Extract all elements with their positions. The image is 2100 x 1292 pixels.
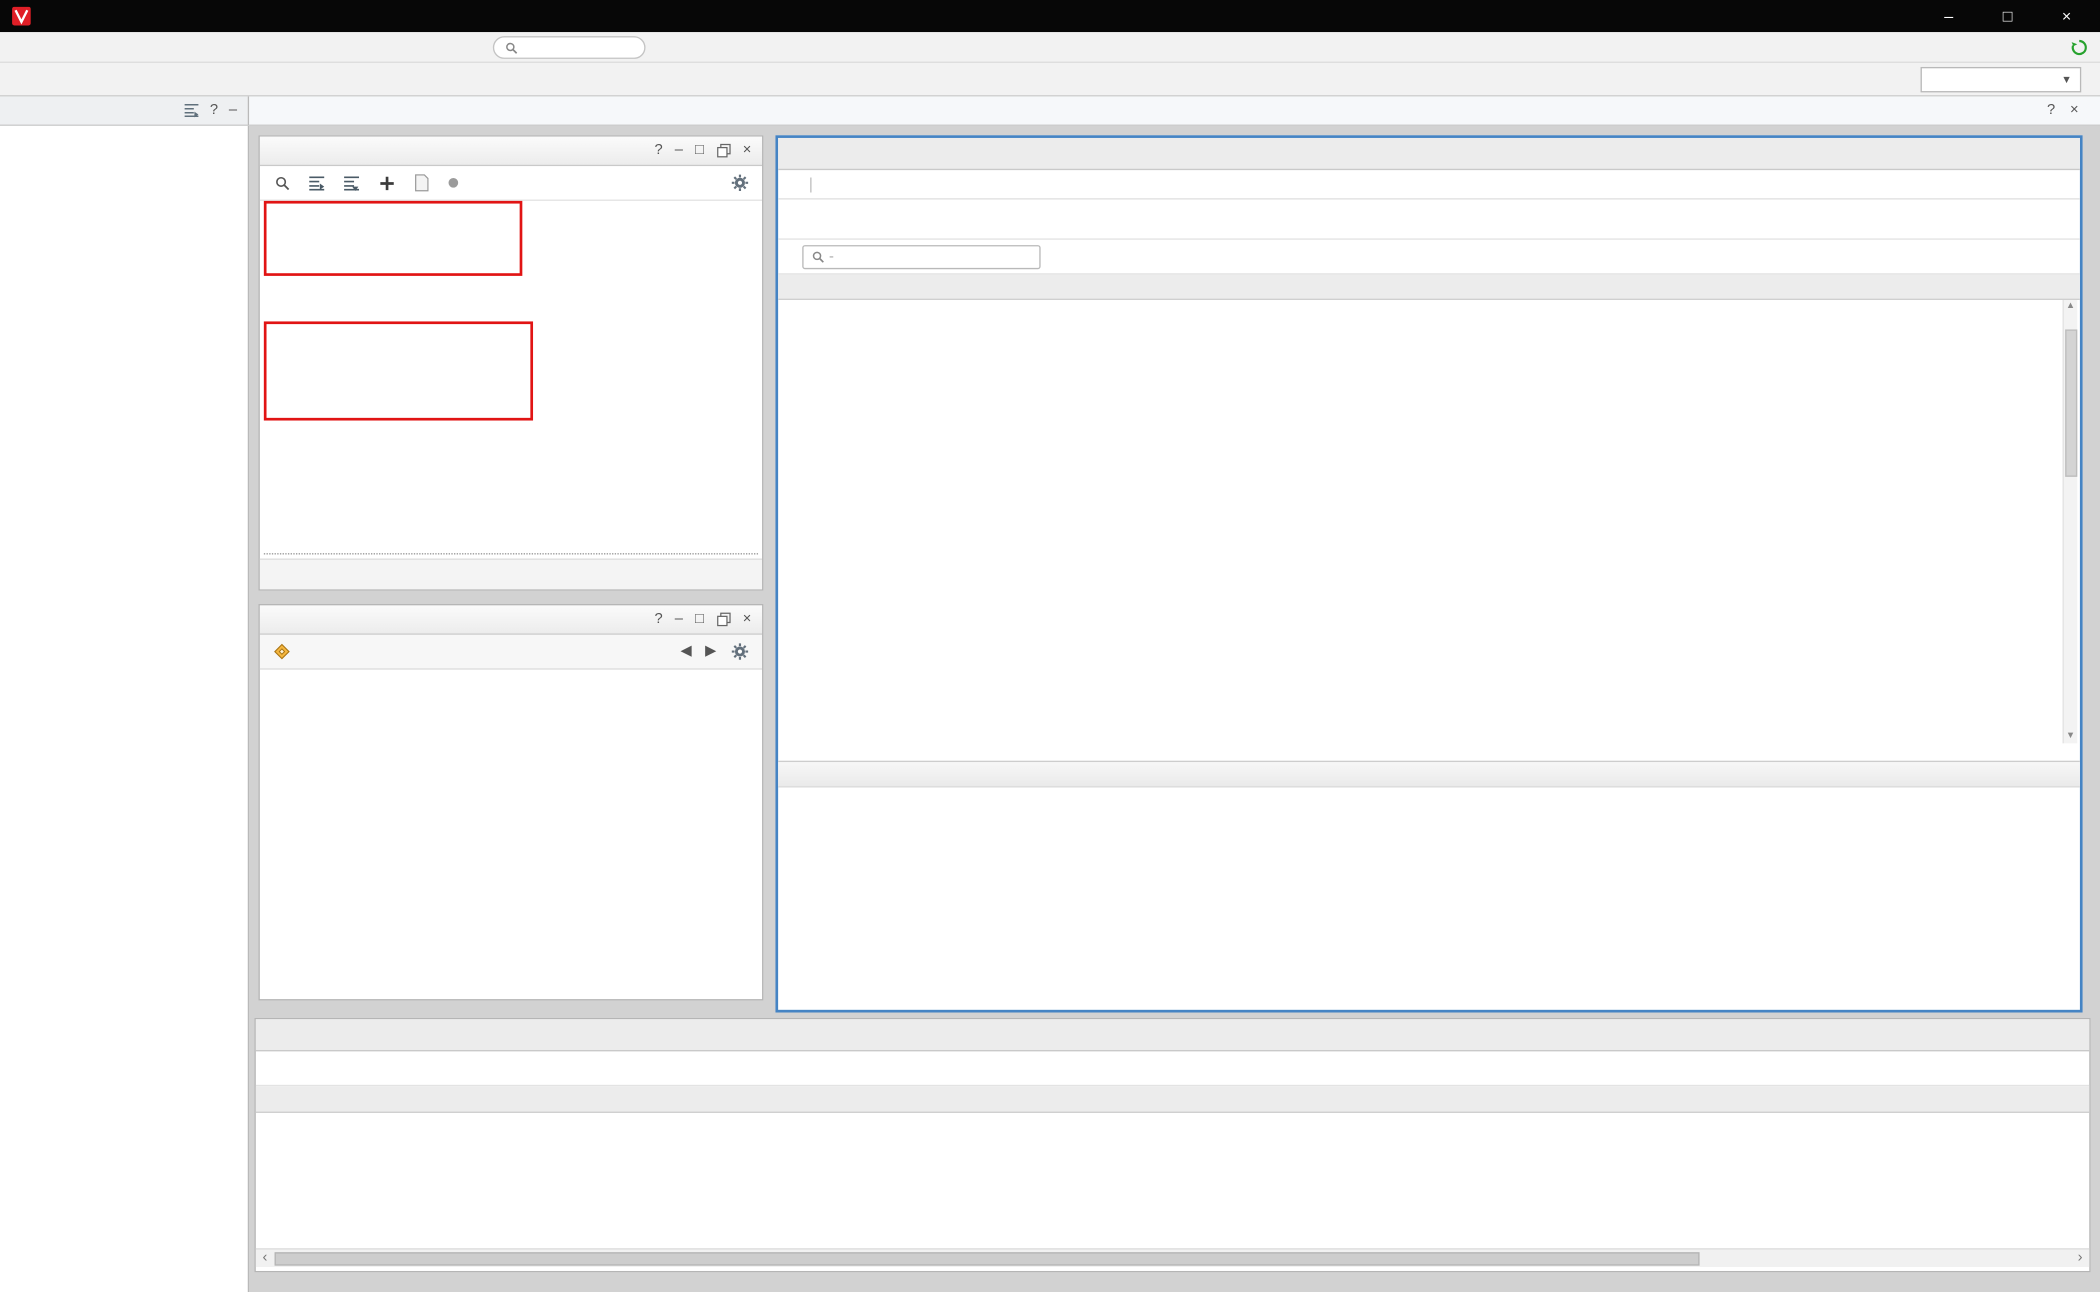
help-icon[interactable]: ? (2047, 103, 2055, 118)
sources-tree (260, 201, 762, 552)
sources-toolbar (260, 166, 762, 201)
minimize-button[interactable]: – (1939, 7, 1958, 26)
settings-gear-icon[interactable] (730, 642, 750, 662)
progress-spinner-icon (2069, 37, 2089, 57)
banner-icons: ? × (2047, 103, 2087, 118)
ip-properties-icons: ? – □ × (654, 612, 751, 627)
close-button[interactable]: × (2057, 7, 2076, 26)
menubar (0, 32, 2100, 63)
window-controls: – □ × (1939, 7, 2089, 26)
details-fields (778, 788, 2080, 1010)
catalog-tabbar (778, 138, 2080, 170)
scroll-up-icon[interactable]: ▲ (2066, 300, 2075, 313)
splitter-handle[interactable] (264, 553, 758, 554)
catalog-table-header (778, 275, 2080, 300)
collapse-all-icon[interactable] (307, 173, 327, 193)
flow-navigator-header: ? – (0, 96, 249, 125)
catalog-search-input[interactable]: - (802, 244, 1040, 268)
subheader: ? – ? × (0, 96, 2100, 125)
close-panel-icon[interactable]: × (743, 143, 752, 158)
message-badge[interactable] (446, 173, 465, 193)
search-icon (810, 249, 825, 264)
sources-bottom-tabs (260, 558, 762, 589)
scroll-right-icon[interactable]: › (2074, 1251, 2087, 1266)
vertical-scrollbar[interactable]: ▲ ▼ (2063, 300, 2078, 743)
main-toolbar: ▼ (0, 63, 2100, 96)
maximize-panel-icon[interactable]: □ (695, 612, 704, 627)
catalog-subtabs: | (778, 170, 2080, 199)
main-body: ? – □ × (0, 126, 2100, 1292)
vivado-logo-icon (11, 6, 31, 26)
subtab-separator: | (809, 176, 813, 192)
details-header (778, 761, 2080, 788)
collapse-all-icon[interactable] (183, 100, 199, 120)
ip-properties-fields (260, 670, 762, 685)
menubar-status (2042, 37, 2100, 57)
float-panel-icon[interactable] (716, 612, 731, 627)
scroll-left-icon[interactable]: ‹ (258, 1251, 271, 1266)
runs-toolbar (256, 1051, 2089, 1086)
project-manager-banner: ? × (249, 96, 2100, 125)
runs-tabbar (256, 1019, 2089, 1051)
scrollbar-thumb[interactable] (274, 1252, 1700, 1265)
settings-gear-icon[interactable] (730, 173, 750, 193)
flow-navigator-header-icons: ? – (183, 100, 237, 120)
help-icon[interactable]: ? (654, 143, 662, 158)
catalog-toolbar (778, 200, 2080, 240)
ip-properties-panel: ? – □ × ◀ ▶ (258, 604, 763, 1000)
help-icon[interactable]: ? (210, 103, 218, 118)
minimize-panel-icon[interactable]: – (675, 612, 683, 627)
previous-object-icon[interactable]: ◀ (680, 644, 691, 659)
titlebar: – □ × (0, 0, 2100, 32)
catalog-search-row: - (778, 240, 2080, 275)
next-object-icon[interactable]: ▶ (705, 644, 716, 659)
scrollbar-thumb[interactable] (2065, 329, 2077, 476)
close-panel-icon[interactable]: × (743, 612, 752, 627)
maximize-panel-icon[interactable]: □ (695, 143, 704, 158)
ip-catalog-panel: | - ▲ ▼ (775, 135, 2082, 1012)
vivado-window: – □ × ▼ ? – (0, 0, 2100, 1292)
sources-panel-header: ? – □ × (260, 137, 762, 166)
annotation-rect-simulation-sources (264, 321, 533, 420)
flow-navigator (0, 126, 249, 1292)
ip-core-icon (272, 642, 292, 662)
scroll-down-icon[interactable]: ▼ (2066, 730, 2075, 743)
ip-properties-header: ? – □ × (260, 605, 762, 634)
chevron-down-icon: ▼ (2061, 74, 2072, 85)
float-panel-icon[interactable] (716, 143, 731, 158)
minimize-panel-icon[interactable]: – (229, 103, 237, 118)
search-icon[interactable] (272, 173, 292, 193)
sources-panel-icons: ? – □ × (654, 143, 751, 158)
horizontal-scrollbar[interactable]: ‹ › (256, 1248, 2089, 1267)
search-icon (504, 40, 519, 55)
expand-all-icon[interactable] (342, 173, 362, 193)
ip-properties-subheader: ◀ ▶ (260, 635, 762, 670)
minimize-panel-icon[interactable]: – (675, 143, 683, 158)
annotation-rect-design-sources (264, 201, 522, 276)
runs-table-header (256, 1086, 2089, 1113)
layout-selector[interactable]: ▼ (1921, 67, 2082, 92)
close-banner-icon[interactable]: × (2070, 103, 2079, 118)
design-runs-panel: ‹ › (254, 1018, 2090, 1272)
badge-dot-icon (446, 173, 459, 193)
quick-access-search[interactable] (493, 36, 646, 59)
file-icon[interactable] (411, 173, 431, 193)
add-sources-icon[interactable] (376, 173, 396, 193)
sources-panel: ? – □ × (258, 135, 763, 590)
workspace: ? – □ × (249, 126, 2100, 1292)
help-icon[interactable]: ? (654, 612, 662, 627)
maximize-button[interactable]: □ (1998, 7, 2017, 26)
